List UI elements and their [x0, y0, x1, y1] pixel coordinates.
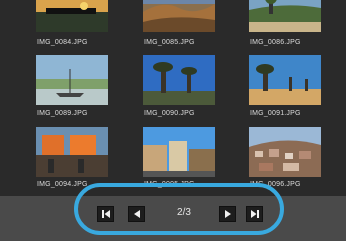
thumbnail-caption: IMG_0091.JPG — [250, 110, 301, 117]
pagination-highlight-ring — [74, 183, 284, 235]
thumbnail-caption: IMG_0086.JPG — [250, 39, 301, 46]
thumbnail-img-0085[interactable] — [143, 0, 215, 32]
thumbnail-caption: IMG_0084.JPG — [37, 39, 88, 46]
thumbnail-img-0096[interactable] — [249, 127, 321, 177]
thumbnail-img-0095[interactable] — [143, 127, 215, 177]
thumbnail-img-0086[interactable] — [249, 0, 321, 32]
thumbnail-img-0089[interactable] — [36, 55, 108, 105]
thumbnail-img-0094[interactable] — [36, 127, 108, 177]
thumbnail-caption: IMG_0085.JPG — [144, 39, 195, 46]
thumbnail-caption: IMG_0089.JPG — [37, 110, 88, 117]
thumbnail-gallery: IMG_0084.JPG IMG_0085.JPG IMG_0086.JPG I… — [0, 0, 346, 196]
thumbnail-img-0084[interactable] — [36, 0, 108, 32]
thumbnail-caption: IMG_0090.JPG — [144, 110, 195, 117]
thumbnail-img-0090[interactable] — [143, 55, 215, 105]
thumbnail-img-0091[interactable] — [249, 55, 321, 105]
